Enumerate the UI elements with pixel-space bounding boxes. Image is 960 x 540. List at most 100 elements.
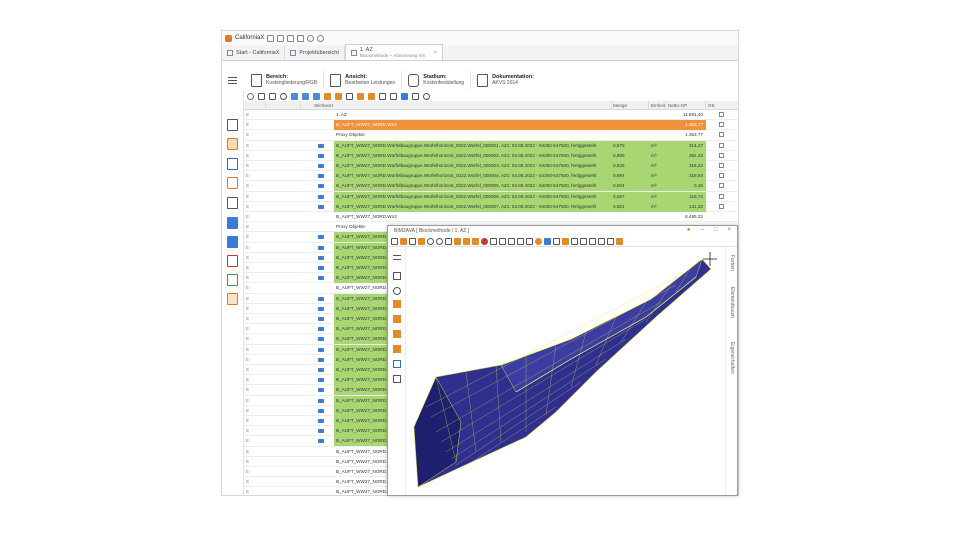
object-tag-icon[interactable] — [318, 357, 324, 362]
ok-checkbox[interactable] — [719, 142, 724, 148]
panel-tab-farben[interactable]: Farben — [729, 255, 735, 271]
image-icon[interactable] — [390, 92, 397, 100]
object-tag-icon[interactable] — [318, 317, 324, 321]
ok-checkbox[interactable] — [719, 132, 724, 138]
help-icon[interactable]: ● — [687, 227, 691, 233]
maximize-icon[interactable]: □ — [714, 227, 718, 233]
object-tag-icon[interactable] — [318, 276, 324, 281]
object-tag-icon[interactable] — [318, 388, 324, 393]
close-icon[interactable] — [269, 92, 276, 100]
object-tag-icon[interactable] — [318, 398, 324, 403]
menu-icon[interactable] — [228, 76, 237, 84]
table-row[interactable]: E B_AUFT_WW27_NORD.Wn2 1.363,77 — [244, 120, 738, 131]
box-icon[interactable] — [472, 237, 479, 245]
refresh-icon[interactable] — [412, 92, 419, 100]
table-row[interactable]: E B_AUFT_WW27_NORD.Würfelbaugruppe.Würfel… — [244, 150, 738, 161]
select-icon[interactable] — [490, 237, 497, 245]
group-icon[interactable] — [517, 237, 524, 245]
measure-icon[interactable] — [393, 330, 401, 338]
ribbon-stadium[interactable]: Stadium: Kostenfeststellung — [402, 71, 472, 89]
calculator-icon[interactable] — [227, 138, 238, 150]
highlight-icon[interactable] — [562, 237, 569, 245]
object-tag-icon[interactable] — [318, 143, 324, 148]
ok-checkbox[interactable] — [719, 193, 724, 199]
object-tag-icon[interactable] — [318, 368, 324, 372]
properties-icon[interactable] — [607, 237, 614, 245]
clear-icon[interactable] — [346, 92, 353, 100]
object-tag-icon[interactable] — [318, 153, 324, 158]
panel-tab-elementbaum[interactable]: Elementbaum — [729, 287, 735, 318]
object-tag-icon[interactable] — [318, 194, 324, 199]
object-tag-icon[interactable] — [318, 296, 324, 301]
folder-icon[interactable] — [393, 375, 401, 383]
table-row[interactable]: E Proxy Objekte 1.363,77 — [244, 130, 738, 141]
home-icon[interactable] — [267, 34, 275, 42]
print-icon[interactable] — [580, 237, 587, 245]
orbit-icon[interactable] — [393, 300, 401, 308]
cube-icon[interactable] — [227, 236, 238, 248]
object-tag-icon[interactable] — [318, 164, 324, 168]
folder-icon[interactable] — [297, 34, 305, 42]
color-icon[interactable] — [481, 237, 488, 245]
tab-start[interactable]: Start - CaliforniaX — [222, 46, 286, 60]
object-tag-icon[interactable] — [318, 419, 324, 423]
object-tag-icon[interactable] — [318, 235, 324, 240]
ruler-icon[interactable] — [227, 158, 238, 170]
ok-checkbox[interactable] — [719, 122, 724, 128]
header-stichwort[interactable]: Stichwort — [312, 101, 612, 110]
export-icon[interactable] — [571, 237, 578, 245]
grid-icon[interactable] — [287, 34, 295, 42]
table-row[interactable]: E B_AUFT_WW27_NORD.Würfelbaugruppe.Würfel… — [244, 171, 738, 182]
zoom-icon[interactable] — [436, 237, 443, 245]
zoom-icon[interactable] — [393, 287, 401, 295]
ribbon-dokumentation[interactable]: Dokumentation: AKVS 2014 — [471, 71, 540, 89]
table-row[interactable]: E B_AUFT_WW27_NORD.Würfelbaugruppe.Würfel… — [244, 191, 738, 202]
filter-remove-icon[interactable] — [313, 92, 320, 100]
open-icon[interactable] — [391, 237, 398, 245]
object-tag-icon[interactable] — [318, 439, 324, 444]
grid-view-icon[interactable] — [445, 237, 452, 245]
ok-checkbox[interactable] — [719, 163, 724, 168]
ok-checkbox[interactable] — [719, 173, 724, 179]
undo-icon[interactable] — [280, 92, 287, 100]
layers-icon[interactable] — [499, 237, 506, 245]
object-tag-icon[interactable] — [318, 408, 324, 413]
sort-asc-icon[interactable] — [324, 92, 331, 100]
export-icon[interactable] — [379, 92, 386, 100]
gear-icon[interactable] — [307, 34, 315, 42]
ok-checkbox[interactable] — [719, 183, 724, 189]
ok-checkbox[interactable] — [719, 203, 724, 209]
object-tag-icon[interactable] — [318, 245, 324, 250]
sort-desc-icon[interactable] — [335, 92, 342, 100]
object-tag-icon[interactable] — [318, 174, 324, 179]
table-row[interactable]: E B_AUFT_WW27_NORD.Würfelbaugruppe.Würfel… — [244, 161, 738, 172]
ok-checkbox[interactable] — [719, 152, 724, 158]
report-icon[interactable] — [227, 255, 238, 267]
object-tag-icon[interactable] — [318, 306, 324, 311]
table-row[interactable]: E 1. AZ 11.691,40 — [244, 110, 738, 121]
table-row[interactable]: E B_AUFT_WW27_NORD.Würfelbaugruppe.Würfel… — [244, 201, 738, 212]
ungroup-icon[interactable] — [526, 237, 533, 245]
object-tag-icon[interactable] — [318, 337, 324, 342]
object-tag-icon[interactable] — [318, 347, 324, 352]
ribbon-ansicht[interactable]: Ansicht: Bearbeiten Leistungen — [324, 71, 403, 89]
copy-icon[interactable] — [508, 237, 515, 245]
header-netto-gp[interactable]: Netto-GP — [666, 101, 706, 110]
plane-icon[interactable] — [463, 237, 470, 245]
clipboard-icon[interactable] — [277, 34, 285, 42]
image-icon[interactable] — [598, 237, 605, 245]
header-expand[interactable] — [244, 101, 266, 110]
cube-icon[interactable] — [393, 272, 401, 280]
panel-tab-eigenschaften[interactable]: Eigenschaften — [729, 342, 735, 374]
folder-icon[interactable] — [227, 293, 238, 305]
object-tag-icon[interactable] — [318, 255, 324, 260]
arrow-right-icon[interactable] — [368, 92, 375, 100]
table-row[interactable]: E B_AUFT_WW27_NORD.Wn2 8.495,22 — [244, 212, 738, 223]
settings-icon[interactable] — [423, 92, 430, 100]
tab-1-az[interactable]: 1. AZ Blockmethode + Abrechnung mit × — [344, 44, 443, 60]
object-tag-icon[interactable] — [318, 204, 324, 209]
chart-icon[interactable] — [544, 237, 551, 245]
document-list-icon[interactable] — [227, 119, 238, 131]
frame-icon[interactable] — [418, 237, 425, 245]
arrow-left-icon[interactable] — [357, 92, 364, 100]
